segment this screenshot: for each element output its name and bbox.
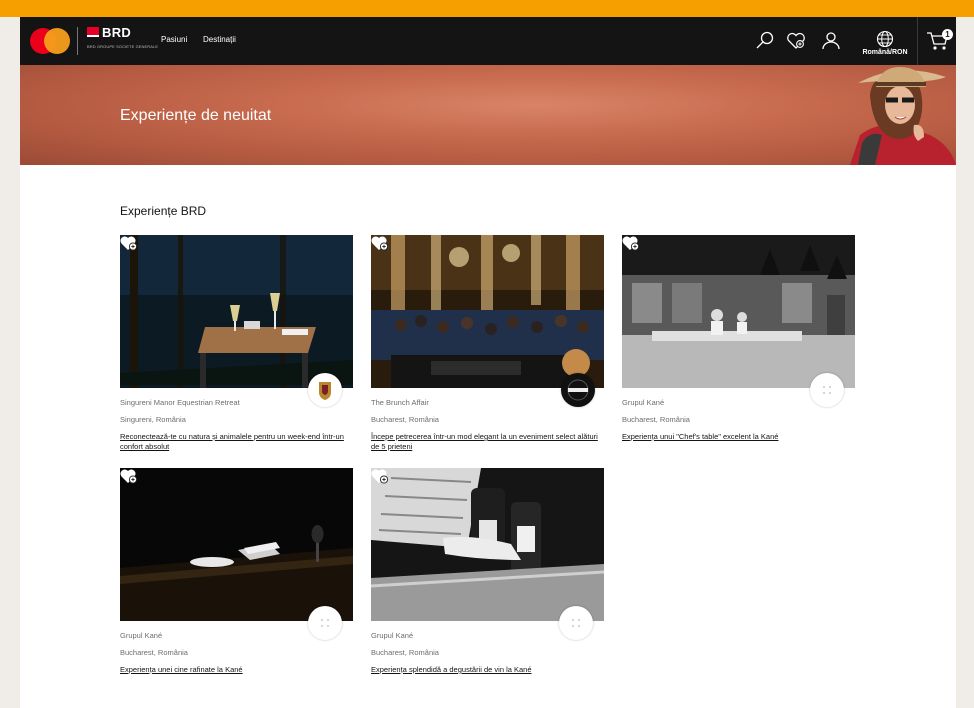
top-accent-strip (0, 0, 974, 17)
card-organizer: Grupul Kané (120, 631, 163, 640)
card-image[interactable] (120, 468, 353, 621)
search-icon[interactable] (753, 29, 777, 53)
card-location: Bucharest, România (120, 648, 188, 657)
card-location: Bucharest, România (622, 415, 690, 424)
card-title-link[interactable]: Experiența unei cine rafinate la Kané (120, 665, 353, 675)
card-organizer: Grupul Kané (371, 631, 414, 640)
card-organizer: The Brunch Affair (371, 398, 429, 407)
card-location: Bucharest, România (371, 648, 439, 657)
hero-woman-image (850, 67, 956, 165)
card-image[interactable] (622, 235, 855, 388)
brd-tagline: BRD GROUPE SOCIETE GENERALE (87, 44, 159, 49)
language-label: Română/RON (862, 49, 908, 56)
globe-icon (876, 30, 894, 48)
nav-link-destinatii[interactable]: Destinații (203, 35, 236, 44)
card-organizer: Singureni Manor Equestrian Retreat (120, 398, 240, 407)
heart-add-icon[interactable] (784, 29, 808, 53)
cart-count-badge: 1 (942, 29, 953, 40)
brd-logo[interactable]: BRD BRD GROUPE SOCIETE GENERALE (87, 25, 158, 55)
card-location: Singureni, România (120, 415, 186, 424)
card-title-link[interactable]: Reconectează-te cu natura și animalele p… (120, 432, 353, 452)
section-title: Experiențe BRD (120, 204, 207, 218)
mastercard-logo[interactable] (30, 28, 70, 54)
hero-title: Experiențe de neuitat (120, 107, 272, 124)
card-title-link[interactable]: Experiența unui "Chef's table" excelent … (622, 432, 855, 442)
top-navbar: BRD BRD GROUPE SOCIETE GENERALE Pasiuni … (20, 17, 956, 65)
experience-card[interactable]: The Brunch Affair Bucharest, România Înc… (371, 235, 604, 455)
navbar-separator (917, 17, 918, 65)
experience-card[interactable]: Singureni Manor Equestrian Retreat Singu… (120, 235, 353, 455)
favorite-add-icon[interactable] (120, 235, 138, 251)
card-image[interactable] (371, 235, 604, 388)
user-icon[interactable] (819, 29, 843, 53)
page: BRD BRD GROUPE SOCIETE GENERALE Pasiuni … (20, 17, 956, 708)
favorite-add-icon[interactable] (120, 468, 138, 484)
experience-card[interactable]: Grupul Kané Bucharest, România Experienț… (371, 468, 604, 688)
logo-divider (77, 27, 78, 55)
language-currency-selector[interactable]: Română/RON (858, 30, 912, 60)
card-location: Bucharest, România (371, 415, 439, 424)
cart-button[interactable]: 1 (926, 29, 953, 53)
experience-card[interactable]: Grupul Kané Bucharest, România Experienț… (120, 468, 353, 688)
card-image[interactable] (120, 235, 353, 388)
favorite-add-icon[interactable] (622, 235, 640, 251)
favorite-add-icon[interactable] (371, 468, 389, 484)
experience-card[interactable]: Grupul Kané Bucharest, România Experienț… (622, 235, 855, 455)
hero-banner: Experiențe de neuitat (20, 65, 956, 165)
favorite-add-icon[interactable] (371, 235, 389, 251)
card-title-link[interactable]: Începe petrecerea într-un mod elegant la… (371, 432, 604, 452)
nav-link-pasiuni[interactable]: Pasiuni (161, 35, 187, 44)
card-title-link[interactable]: Experiența splendidă a degustării de vin… (371, 665, 604, 675)
card-image[interactable] (371, 468, 604, 621)
card-organizer: Grupul Kané (622, 398, 665, 407)
